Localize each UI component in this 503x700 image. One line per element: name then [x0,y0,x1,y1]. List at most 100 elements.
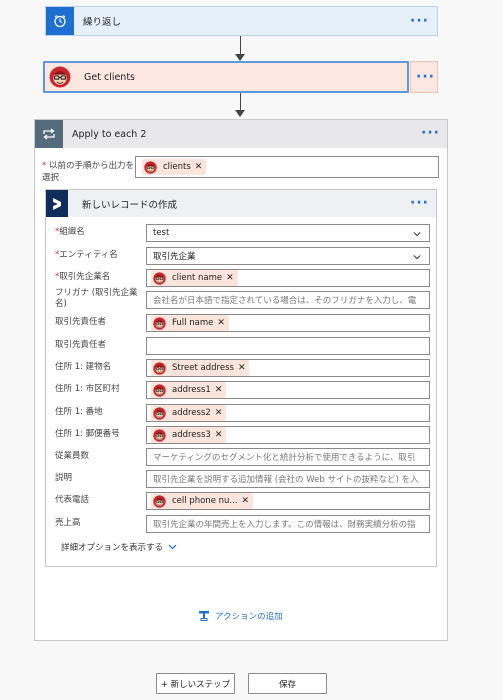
connector-line [240,36,241,55]
create-record-container: 新しいレコードの作成 ··· *組織名 test *エンティティ名 取引先企業 *取引先… [45,189,437,567]
token-chip[interactable]: clients ✕ [142,159,207,175]
chevron-down-icon[interactable] [413,230,421,238]
chip-label: address3 [172,430,211,440]
apply-more-button[interactable]: ··· [421,126,440,140]
field-row: 住所 1: 郵便番号 address3 ✕ [46,426,436,444]
field-placeholder: マーケティングのセグメント化と統計分析で使用できるように、取引 [153,453,416,463]
field-label: 住所 1: 市区町村 [55,384,145,394]
prev-output-label: * 以前の手順から出力を選択 [42,160,137,184]
token-chip[interactable]: address1 ✕ [151,382,227,398]
chip-label: address2 [172,408,211,418]
create-record-more-button[interactable]: ··· [410,196,429,210]
prev-output-input[interactable]: clients ✕ [135,156,439,178]
remove-token-icon[interactable]: ✕ [238,363,246,373]
field-input[interactable]: 取引先企業を説明する追加情報 (会社の Web サイトの抜粋など) を入 [146,470,430,488]
field-label-text: 住所 1: 市区町村 [55,384,120,394]
field-label: *エンティティ名 [55,250,145,260]
create-record-header[interactable]: 新しいレコードの作成 ··· [46,190,436,217]
alarm-clock-icon [46,7,74,35]
field-row: *取引先企業名 client name ✕ [46,269,436,287]
field-row: 代表電話 cell phone nu... ✕ [46,492,436,510]
chevron-down-icon[interactable] [413,253,421,261]
field-value: test [153,228,170,238]
token-chip[interactable]: address3 ✕ [151,427,227,443]
field-label-text: 取引先企業名 [59,272,111,282]
field-label-text: 従業員数 [55,451,90,461]
field-placeholder: 取引先企業の年間売上を入力します。この情報は、財務実績分析の指 [153,520,416,530]
remove-token-icon[interactable]: ✕ [215,385,223,395]
remove-token-icon[interactable]: ✕ [217,318,225,328]
field-row: 説明 取引先企業を説明する追加情報 (会社の Web サイトの抜粋など) を入 [46,470,436,488]
field-input[interactable]: 会社名が日本語で指定されている場合は、そのフリガナを入力し、電 [146,291,430,309]
field-label-text: 売上高 [55,518,81,528]
save-button[interactable]: 保存 [248,673,327,694]
connector-arrow [235,54,245,61]
avatar-icon [153,317,166,330]
field-row: 住所 1: 建物名 Street address ✕ [46,359,436,377]
field-label: フリガナ (取引先企業名) [55,288,145,310]
field-placeholder: 会社名が日本語で指定されている場合は、そのフリガナを入力し、電 [153,296,417,306]
field-label: 説明 [55,473,145,483]
create-record-title: 新しいレコードの作成 [82,199,178,211]
field-label: *取引先企業名 [55,272,145,282]
chip-label: Full name [172,318,214,328]
field-row: *組織名 test [46,224,436,242]
avatar-icon [153,384,166,397]
prev-output-label-text: 以前の手順から出力を選択 [42,161,134,183]
field-input[interactable]: 取引先企業の年間売上を入力します。この情報は、財務実績分析の指 [146,515,430,533]
remove-token-icon[interactable]: ✕ [195,162,203,172]
apply-to-each-header[interactable]: Apply to each 2 ··· [35,120,447,148]
field-label: 売上高 [55,518,145,528]
avatar-icon [45,63,75,91]
field-label-text: 取引先責任者 [55,317,107,327]
token-chip[interactable]: Full name ✕ [151,315,229,331]
field-label: 代表電話 [55,495,145,505]
remove-token-icon[interactable]: ✕ [215,408,223,418]
remove-token-icon[interactable]: ✕ [242,496,250,506]
get-clients-title: Get clients [84,71,135,83]
field-row: 従業員数 マーケティングのセグメント化と統計分析で使用できるように、取引 [46,448,436,466]
token-chip[interactable]: Street address ✕ [151,360,250,376]
remove-token-icon[interactable]: ✕ [215,430,223,440]
field-input[interactable]: Full name ✕ [146,314,430,332]
field-input[interactable]: cell phone nu... ✕ [146,492,430,510]
field-label: 住所 1: 建物名 [55,362,145,372]
chevron-down-icon [168,544,177,550]
repeat-card[interactable]: 繰り返し ··· [45,6,438,36]
remove-token-icon[interactable]: ✕ [226,273,234,283]
loop-icon [35,120,63,148]
get-clients-card[interactable]: Get clients [43,61,409,93]
repeat-card-title: 繰り返し [83,17,122,28]
field-input[interactable]: address3 ✕ [146,426,430,444]
field-label: 住所 1: 郵便番号 [55,429,145,439]
field-dropdown[interactable]: test [146,224,430,242]
token-chip[interactable]: address2 ✕ [151,405,227,421]
repeat-more-button[interactable]: ··· [410,14,429,28]
advanced-options-toggle[interactable]: 詳細オプションを表示する [61,541,177,553]
field-label: 取引先責任者 [55,340,145,350]
field-input[interactable] [146,337,430,355]
field-row: 住所 1: 番地 address2 ✕ [46,404,436,422]
field-input[interactable]: マーケティングのセグメント化と統計分析で使用できるように、取引 [146,448,430,466]
field-placeholder: 取引先企業を説明する追加情報 (会社の Web サイトの抜粋など) を入 [153,475,419,485]
required-mark: * [42,161,49,171]
field-input[interactable]: Street address ✕ [146,359,430,377]
field-label-text: エンティティ名 [59,250,118,260]
add-action-button[interactable]: アクションの追加 [198,610,283,622]
field-input[interactable]: client name ✕ [146,269,430,287]
apply-to-each-title: Apply to each 2 [72,128,147,140]
new-step-button[interactable]: + 新しいステップ [156,673,235,694]
field-label: *組織名 [55,227,145,237]
field-dropdown[interactable]: 取引先企業 [146,247,430,265]
get-clients-more-button[interactable]: ··· [410,61,438,93]
field-label-text: 取引先責任者 [55,340,107,350]
field-label: 従業員数 [55,451,145,461]
field-input[interactable]: address2 ✕ [146,404,430,422]
token-chip[interactable]: cell phone nu... ✕ [151,493,254,509]
field-input[interactable]: address1 ✕ [146,381,430,399]
chip-label: cell phone nu... [172,496,238,506]
token-chip[interactable]: client name ✕ [151,270,238,286]
chip-label: Street address [172,363,234,373]
field-value: 取引先企業 [153,252,196,262]
avatar-icon [153,362,166,375]
